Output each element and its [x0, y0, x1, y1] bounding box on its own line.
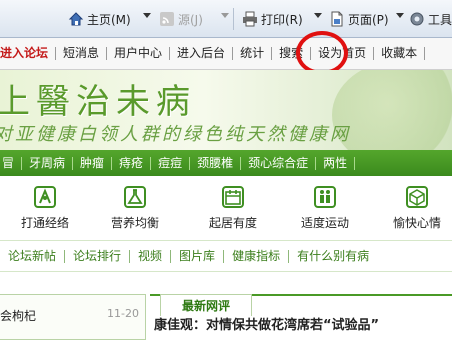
tile-label: 愉快心情: [392, 216, 441, 230]
tools-label: 工具: [428, 12, 452, 27]
left-news-time: 11-20: [107, 307, 139, 320]
category-item[interactable]: 痘痘: [151, 156, 191, 170]
category-item[interactable]: 肿瘤: [73, 156, 113, 170]
category-item[interactable]: 冒: [0, 156, 23, 170]
tile-nutrition[interactable]: 营养均衡: [90, 184, 180, 236]
left-news-item[interactable]: 会枸杞: [0, 307, 36, 324]
tile-label: 营养均衡: [110, 216, 159, 230]
page-button[interactable]: 页面(P): [329, 9, 389, 29]
home-icon: [68, 11, 84, 27]
tile-label: 适度运动: [300, 216, 349, 230]
printer-icon: [242, 11, 258, 27]
print-label: 打印(R): [261, 12, 303, 27]
link-forum-rank[interactable]: 论坛排行: [65, 249, 131, 263]
nav-admin[interactable]: 进入后台: [170, 47, 234, 60]
home-dropdown-arrow[interactable]: [143, 13, 151, 18]
link-gallery[interactable]: 图片库: [171, 249, 225, 263]
category-bar: 冒 牙周病 肿瘤 痔疮 痘痘 颈腰椎 颈心综合症 两性: [0, 150, 452, 176]
nav-search[interactable]: 搜索: [272, 47, 312, 60]
nav-enter-forum[interactable]: 进入论坛: [0, 47, 57, 60]
feature-icon-row: 打通经络 营养均衡 起居有度 适度运动 愉快心情: [0, 180, 452, 238]
exercise-icon: [314, 186, 336, 208]
left-news-panel: 会枸杞 11-20: [0, 294, 146, 340]
category-item[interactable]: 痔疮: [112, 156, 152, 170]
tab-latest-reviews[interactable]: 最新网评: [160, 294, 252, 316]
category-item[interactable]: 两性: [316, 156, 356, 170]
category-item[interactable]: 颈心综合症: [241, 156, 317, 170]
site-top-nav: 进入论坛 短消息 用户中心 进入后台 统计 搜索 设为首页 收藏本: [0, 38, 452, 70]
feeds-dropdown-arrow[interactable]: [221, 13, 229, 18]
flask-icon: [124, 186, 146, 208]
nav-messages[interactable]: 短消息: [56, 47, 108, 60]
page-dropdown-arrow[interactable]: [396, 13, 404, 18]
link-video[interactable]: 视频: [130, 249, 172, 263]
meridian-icon: [34, 186, 56, 208]
home-button[interactable]: 主页(M): [68, 9, 131, 29]
category-item[interactable]: 牙周病: [22, 156, 74, 170]
page-icon: [329, 11, 345, 27]
home-label: 主页(M): [87, 12, 131, 27]
category-item[interactable]: 颈腰椎: [190, 156, 242, 170]
link-new-posts[interactable]: 论坛新帖: [0, 249, 66, 263]
print-button[interactable]: 打印(R): [242, 9, 303, 29]
print-dropdown-arrow[interactable]: [314, 13, 322, 18]
tools-button[interactable]: 工具: [409, 9, 452, 29]
tile-label: 起居有度: [208, 216, 257, 230]
link-other[interactable]: 有什么别有病: [289, 249, 377, 263]
page-label: 页面(P): [348, 12, 389, 27]
nav-bookmark[interactable]: 收藏本: [374, 47, 426, 60]
cube-icon: [406, 186, 428, 208]
tile-mood[interactable]: 愉快心情: [372, 184, 452, 236]
feeds-button[interactable]: 源(J): [159, 9, 203, 29]
tile-exercise[interactable]: 适度运动: [280, 184, 370, 236]
toolbar-divider: [233, 8, 234, 30]
banner-slogan: 对亚健康白领人群的绿色纯天然健康网: [0, 124, 351, 145]
site-banner: 上醫治未病 对亚健康白领人群的绿色纯天然健康网: [0, 70, 452, 150]
calendar-icon: [222, 186, 244, 208]
nav-set-homepage[interactable]: 设为首页: [311, 47, 375, 60]
forum-links-row: 论坛新帖 论坛排行 视频 图片库 健康指标 有什么别有病: [0, 240, 452, 272]
nav-stats[interactable]: 统计: [233, 47, 273, 60]
lower-content: 会枸杞 11-20 康佳观：对情保共做花湾席若“试验品” 最新网评: [0, 274, 452, 340]
tile-meridian[interactable]: 打通经络: [0, 184, 90, 236]
feeds-label: 源(J): [178, 12, 203, 27]
link-health-index[interactable]: 健康指标: [224, 249, 290, 263]
feed-icon: [159, 11, 175, 27]
banner-title: 上醫治未病: [0, 82, 196, 122]
tile-routine[interactable]: 起居有度: [188, 184, 278, 236]
tile-label: 打通经络: [20, 216, 69, 230]
nav-user-center[interactable]: 用户中心: [107, 47, 171, 60]
gear-icon: [409, 11, 425, 27]
browser-command-bar: 主页(M) 源(J) 打印(R) 页面(P) 工具: [0, 0, 452, 38]
